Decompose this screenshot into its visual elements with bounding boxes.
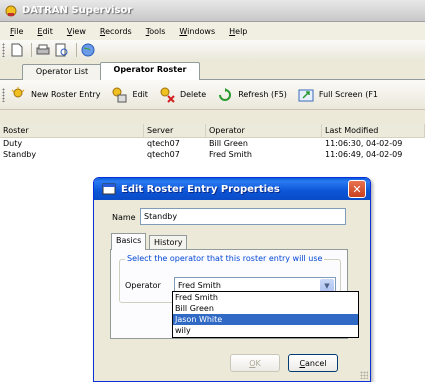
menu-windows[interactable]: Windows bbox=[179, 27, 215, 36]
resize-grip[interactable] bbox=[360, 371, 368, 379]
roster-toolbar: New Roster Entry Edit Delete Refresh (F5… bbox=[0, 80, 425, 110]
tab-operator-roster[interactable]: Operator Roster bbox=[100, 62, 200, 81]
tab-operator-list[interactable]: Operator List bbox=[22, 64, 102, 80]
full-screen-label: Full Screen (F1 bbox=[318, 90, 379, 99]
print-icon[interactable] bbox=[35, 42, 51, 58]
menu-bar: File Edit View Records Tools Windows Hel… bbox=[0, 22, 425, 40]
cell-roster: Duty bbox=[3, 139, 23, 148]
name-label: Name bbox=[112, 213, 136, 222]
delete-button[interactable]: Delete bbox=[158, 86, 206, 104]
new-roster-entry-label: New Roster Entry bbox=[31, 90, 101, 99]
dialog-window-icon bbox=[102, 182, 116, 196]
edit-roster-dialog: Edit Roster Entry Properties ✕ Name Stan… bbox=[93, 177, 371, 382]
menu-edit[interactable]: Edit bbox=[37, 27, 53, 36]
list-header: Roster Server Operator Last Modified bbox=[0, 124, 425, 138]
close-icon: ✕ bbox=[352, 182, 362, 196]
table-row[interactable]: Duty qtech07 Bill Green 11:06:30, 04-02-… bbox=[0, 139, 425, 150]
toolbar-separator bbox=[31, 43, 32, 57]
window-titlebar: DATRAN Supervisor bbox=[0, 0, 425, 22]
cell-operator: Fred Smith bbox=[209, 150, 252, 159]
operator-selected-value: Fred Smith bbox=[178, 281, 221, 290]
cell-last-modified: 11:06:49, 04-02-09 bbox=[325, 150, 403, 159]
menu-view[interactable]: View bbox=[67, 27, 86, 36]
toolbar-separator bbox=[76, 43, 77, 57]
edit-label: Edit bbox=[132, 90, 148, 99]
full-screen-icon bbox=[297, 86, 315, 104]
cancel-button[interactable]: Cancel bbox=[288, 354, 338, 372]
edit-button[interactable]: Edit bbox=[110, 86, 148, 104]
cell-roster: Standby bbox=[3, 150, 37, 159]
operator-dropdown-list[interactable]: Fred Smith Bill Green Jason White wily bbox=[172, 291, 359, 338]
menu-records[interactable]: Records bbox=[100, 27, 132, 36]
column-header-roster[interactable]: Roster bbox=[0, 124, 144, 138]
globe-icon[interactable] bbox=[80, 42, 96, 58]
refresh-label: Refresh (F5) bbox=[238, 90, 287, 99]
dropdown-option[interactable]: Fred Smith bbox=[173, 292, 358, 303]
ok-button[interactable]: OK bbox=[230, 354, 280, 372]
dropdown-option-selected[interactable]: Jason White bbox=[173, 314, 358, 325]
operator-label: Operator bbox=[125, 281, 161, 290]
delete-label: Delete bbox=[179, 90, 207, 99]
cell-server: qtech07 bbox=[147, 150, 180, 159]
chevron-down-icon: ▼ bbox=[324, 281, 330, 290]
view-tabstrip: Operator List Operator Roster bbox=[0, 60, 425, 81]
dropdown-option[interactable]: Bill Green bbox=[173, 303, 358, 314]
new-document-icon[interactable] bbox=[9, 42, 25, 58]
column-header-last-modified[interactable]: Last Modified bbox=[322, 124, 425, 138]
tab-history[interactable]: History bbox=[149, 235, 188, 249]
name-field[interactable]: Standby bbox=[140, 208, 346, 225]
print-preview-icon[interactable] bbox=[54, 42, 70, 58]
full-screen-button[interactable]: Full Screen (F1 bbox=[297, 86, 378, 104]
new-roster-entry-button[interactable]: New Roster Entry bbox=[9, 86, 100, 104]
standard-toolbar bbox=[0, 40, 425, 60]
dialog-titlebar[interactable]: Edit Roster Entry Properties bbox=[94, 178, 370, 200]
toolbar-grip[interactable] bbox=[2, 43, 5, 57]
column-header-server[interactable]: Server bbox=[144, 124, 206, 138]
tab-basics[interactable]: Basics bbox=[111, 233, 147, 250]
menu-help[interactable]: Help bbox=[229, 27, 247, 36]
table-row[interactable]: Standby qtech07 Fred Smith 11:06:49, 04-… bbox=[0, 150, 425, 161]
column-header-operator[interactable]: Operator bbox=[206, 124, 322, 138]
edit-entry-icon bbox=[110, 86, 128, 104]
refresh-button[interactable]: Refresh (F5) bbox=[216, 86, 287, 104]
dialog-title: Edit Roster Entry Properties bbox=[121, 183, 280, 195]
menu-file[interactable]: File bbox=[10, 27, 23, 36]
window-title: DATRAN Supervisor bbox=[22, 5, 133, 16]
cell-server: qtech07 bbox=[147, 139, 180, 148]
group-caption: Select the operator that this roster ent… bbox=[125, 254, 325, 263]
app-logo-icon bbox=[4, 4, 18, 18]
refresh-icon bbox=[216, 86, 234, 104]
cell-operator: Bill Green bbox=[209, 139, 248, 148]
toolbar-grip[interactable] bbox=[2, 87, 5, 102]
dialog-close-button[interactable]: ✕ bbox=[348, 180, 366, 198]
new-entry-icon bbox=[9, 86, 27, 104]
delete-entry-icon bbox=[158, 86, 176, 104]
dropdown-option[interactable]: wily bbox=[173, 325, 358, 336]
cell-last-modified: 11:06:30, 04-02-09 bbox=[325, 139, 403, 148]
menu-tools[interactable]: Tools bbox=[146, 27, 166, 36]
